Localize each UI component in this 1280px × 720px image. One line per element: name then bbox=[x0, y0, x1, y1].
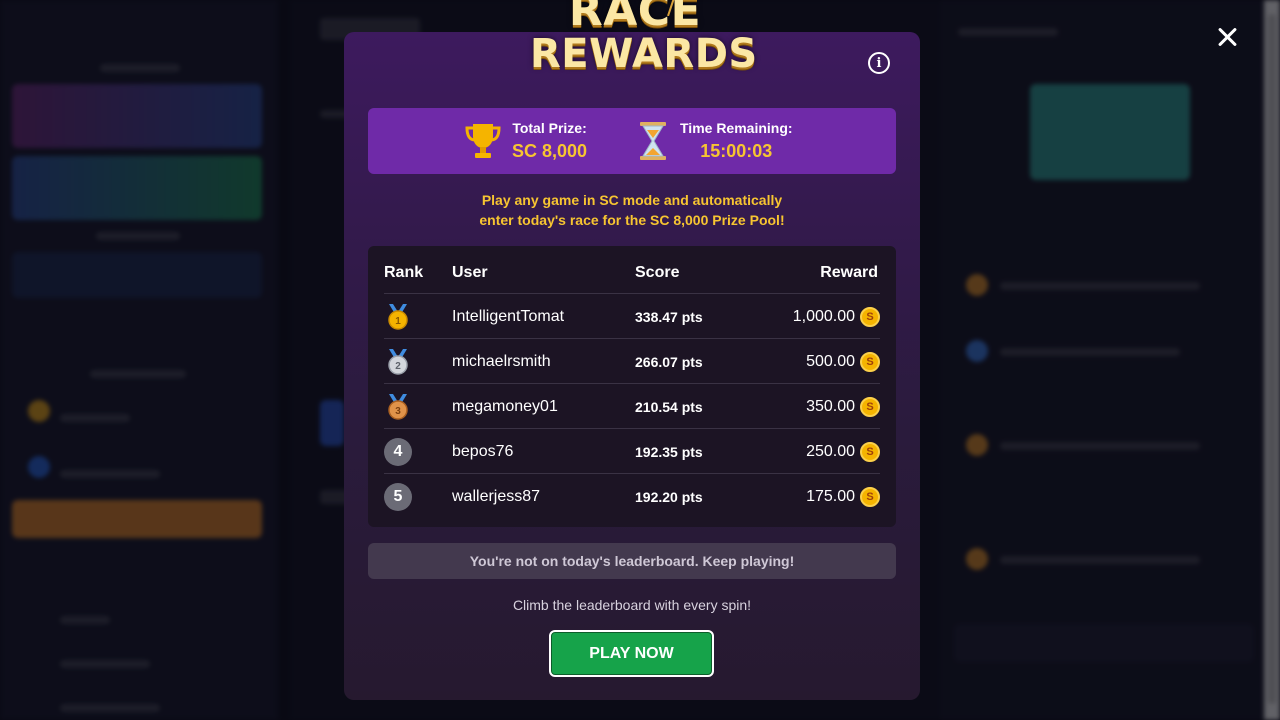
svg-text:2: 2 bbox=[395, 361, 401, 372]
gold-medal-icon: 1 bbox=[388, 303, 408, 330]
promo-line-1: Play any game in SC mode and automatical… bbox=[481, 192, 783, 208]
rank-number-badge: 4 bbox=[384, 437, 412, 466]
sweeps-coin-icon: S bbox=[860, 351, 880, 372]
race-rewards-logo: RACE REWARDS bbox=[530, 0, 758, 110]
row-reward: 250.00 S bbox=[806, 429, 880, 474]
row-score: 192.35 pts bbox=[635, 443, 703, 460]
header-score: Score bbox=[635, 264, 680, 281]
header-user: User bbox=[452, 264, 488, 281]
silver-medal-icon: 2 bbox=[388, 348, 408, 375]
table-row: 4 bepos76 192.35 pts 250.00 S bbox=[384, 429, 880, 474]
header-rank: Rank bbox=[384, 264, 424, 281]
row-reward-value: 175.00 bbox=[806, 487, 855, 505]
row-reward: 350.00 S bbox=[806, 384, 880, 429]
row-score: 266.07 pts bbox=[635, 353, 703, 370]
leaderboard-status-notice: You're not on today's leaderboard. Keep … bbox=[368, 543, 896, 579]
row-user: bepos76 bbox=[452, 442, 514, 460]
table-row: 3 megamoney01 210.54 pts 350.00 S bbox=[384, 384, 880, 429]
row-user: wallerjess87 bbox=[452, 487, 541, 505]
time-remaining-value: 15:00:03 bbox=[700, 141, 773, 161]
info-icon: i bbox=[876, 55, 882, 71]
time-remaining-label: Time Remaining: bbox=[680, 120, 793, 136]
play-now-button[interactable]: PLAY NOW bbox=[549, 630, 714, 677]
time-remaining-block: Time Remaining: 15:00:03 bbox=[638, 108, 793, 174]
row-reward-value: 250.00 bbox=[806, 442, 855, 460]
leaderboard-table: Rank User Score Reward 1 IntelligentToma… bbox=[368, 246, 896, 527]
sweeps-coin-icon: S bbox=[860, 486, 880, 507]
trophy-icon bbox=[465, 124, 501, 158]
promo-line-2: enter today's race for the SC 8,000 Priz… bbox=[479, 212, 785, 228]
row-score: 192.20 pts bbox=[635, 488, 703, 505]
row-reward-value: 350.00 bbox=[806, 397, 855, 415]
total-prize-value: SC 8,000 bbox=[512, 141, 588, 161]
sweeps-coin-icon: S bbox=[860, 396, 880, 417]
row-score: 338.47 pts bbox=[635, 308, 703, 325]
table-row: 1 IntelligentTomat 338.47 pts 1,000.00 S bbox=[384, 294, 880, 339]
bronze-medal-icon: 3 bbox=[388, 393, 408, 420]
total-prize-block: Total Prize: SC 8,000 bbox=[462, 108, 587, 174]
promo-text: Play any game in SC mode and automatical… bbox=[368, 190, 896, 230]
checkered-flag-icon bbox=[667, 0, 675, 16]
race-rewards-modal: RACE REWARDS i Total Prize: SC 8,000 Tim… bbox=[344, 0, 920, 700]
close-button[interactable] bbox=[1212, 22, 1242, 52]
hourglass-icon bbox=[640, 122, 666, 160]
header-reward: Reward bbox=[820, 264, 878, 281]
row-user: megamoney01 bbox=[452, 397, 558, 415]
row-reward: 500.00 S bbox=[806, 339, 880, 384]
sweeps-coin-icon: S bbox=[860, 306, 880, 327]
row-reward-value: 1,000.00 bbox=[792, 307, 855, 325]
total-prize-label: Total Prize: bbox=[512, 120, 587, 136]
logo-rewards-text: REWARDS bbox=[530, 31, 758, 77]
prize-summary-bar: Total Prize: SC 8,000 Time Remaining: 15… bbox=[368, 108, 896, 174]
row-reward-value: 500.00 bbox=[806, 352, 855, 370]
sweeps-coin-icon: S bbox=[860, 441, 880, 462]
row-user: michaelrsmith bbox=[452, 352, 551, 370]
row-reward: 1,000.00 S bbox=[793, 294, 880, 339]
table-row: 5 wallerjess87 192.20 pts 175.00 S bbox=[384, 474, 880, 519]
leaderboard-header: Rank User Score Reward bbox=[384, 246, 880, 294]
rank-number-badge: 5 bbox=[384, 482, 412, 511]
row-score: 210.54 pts bbox=[635, 398, 703, 415]
row-reward: 175.00 S bbox=[806, 474, 880, 519]
svg-text:3: 3 bbox=[395, 406, 401, 417]
logo-race-text: RACE bbox=[568, 0, 702, 36]
table-row: 2 michaelrsmith 266.07 pts 500.00 S bbox=[384, 339, 880, 384]
climb-leaderboard-text: Climb the leaderboard with every spin! bbox=[512, 597, 752, 613]
svg-text:1: 1 bbox=[395, 316, 401, 327]
info-button[interactable]: i bbox=[868, 52, 890, 74]
row-user: IntelligentTomat bbox=[452, 307, 565, 325]
